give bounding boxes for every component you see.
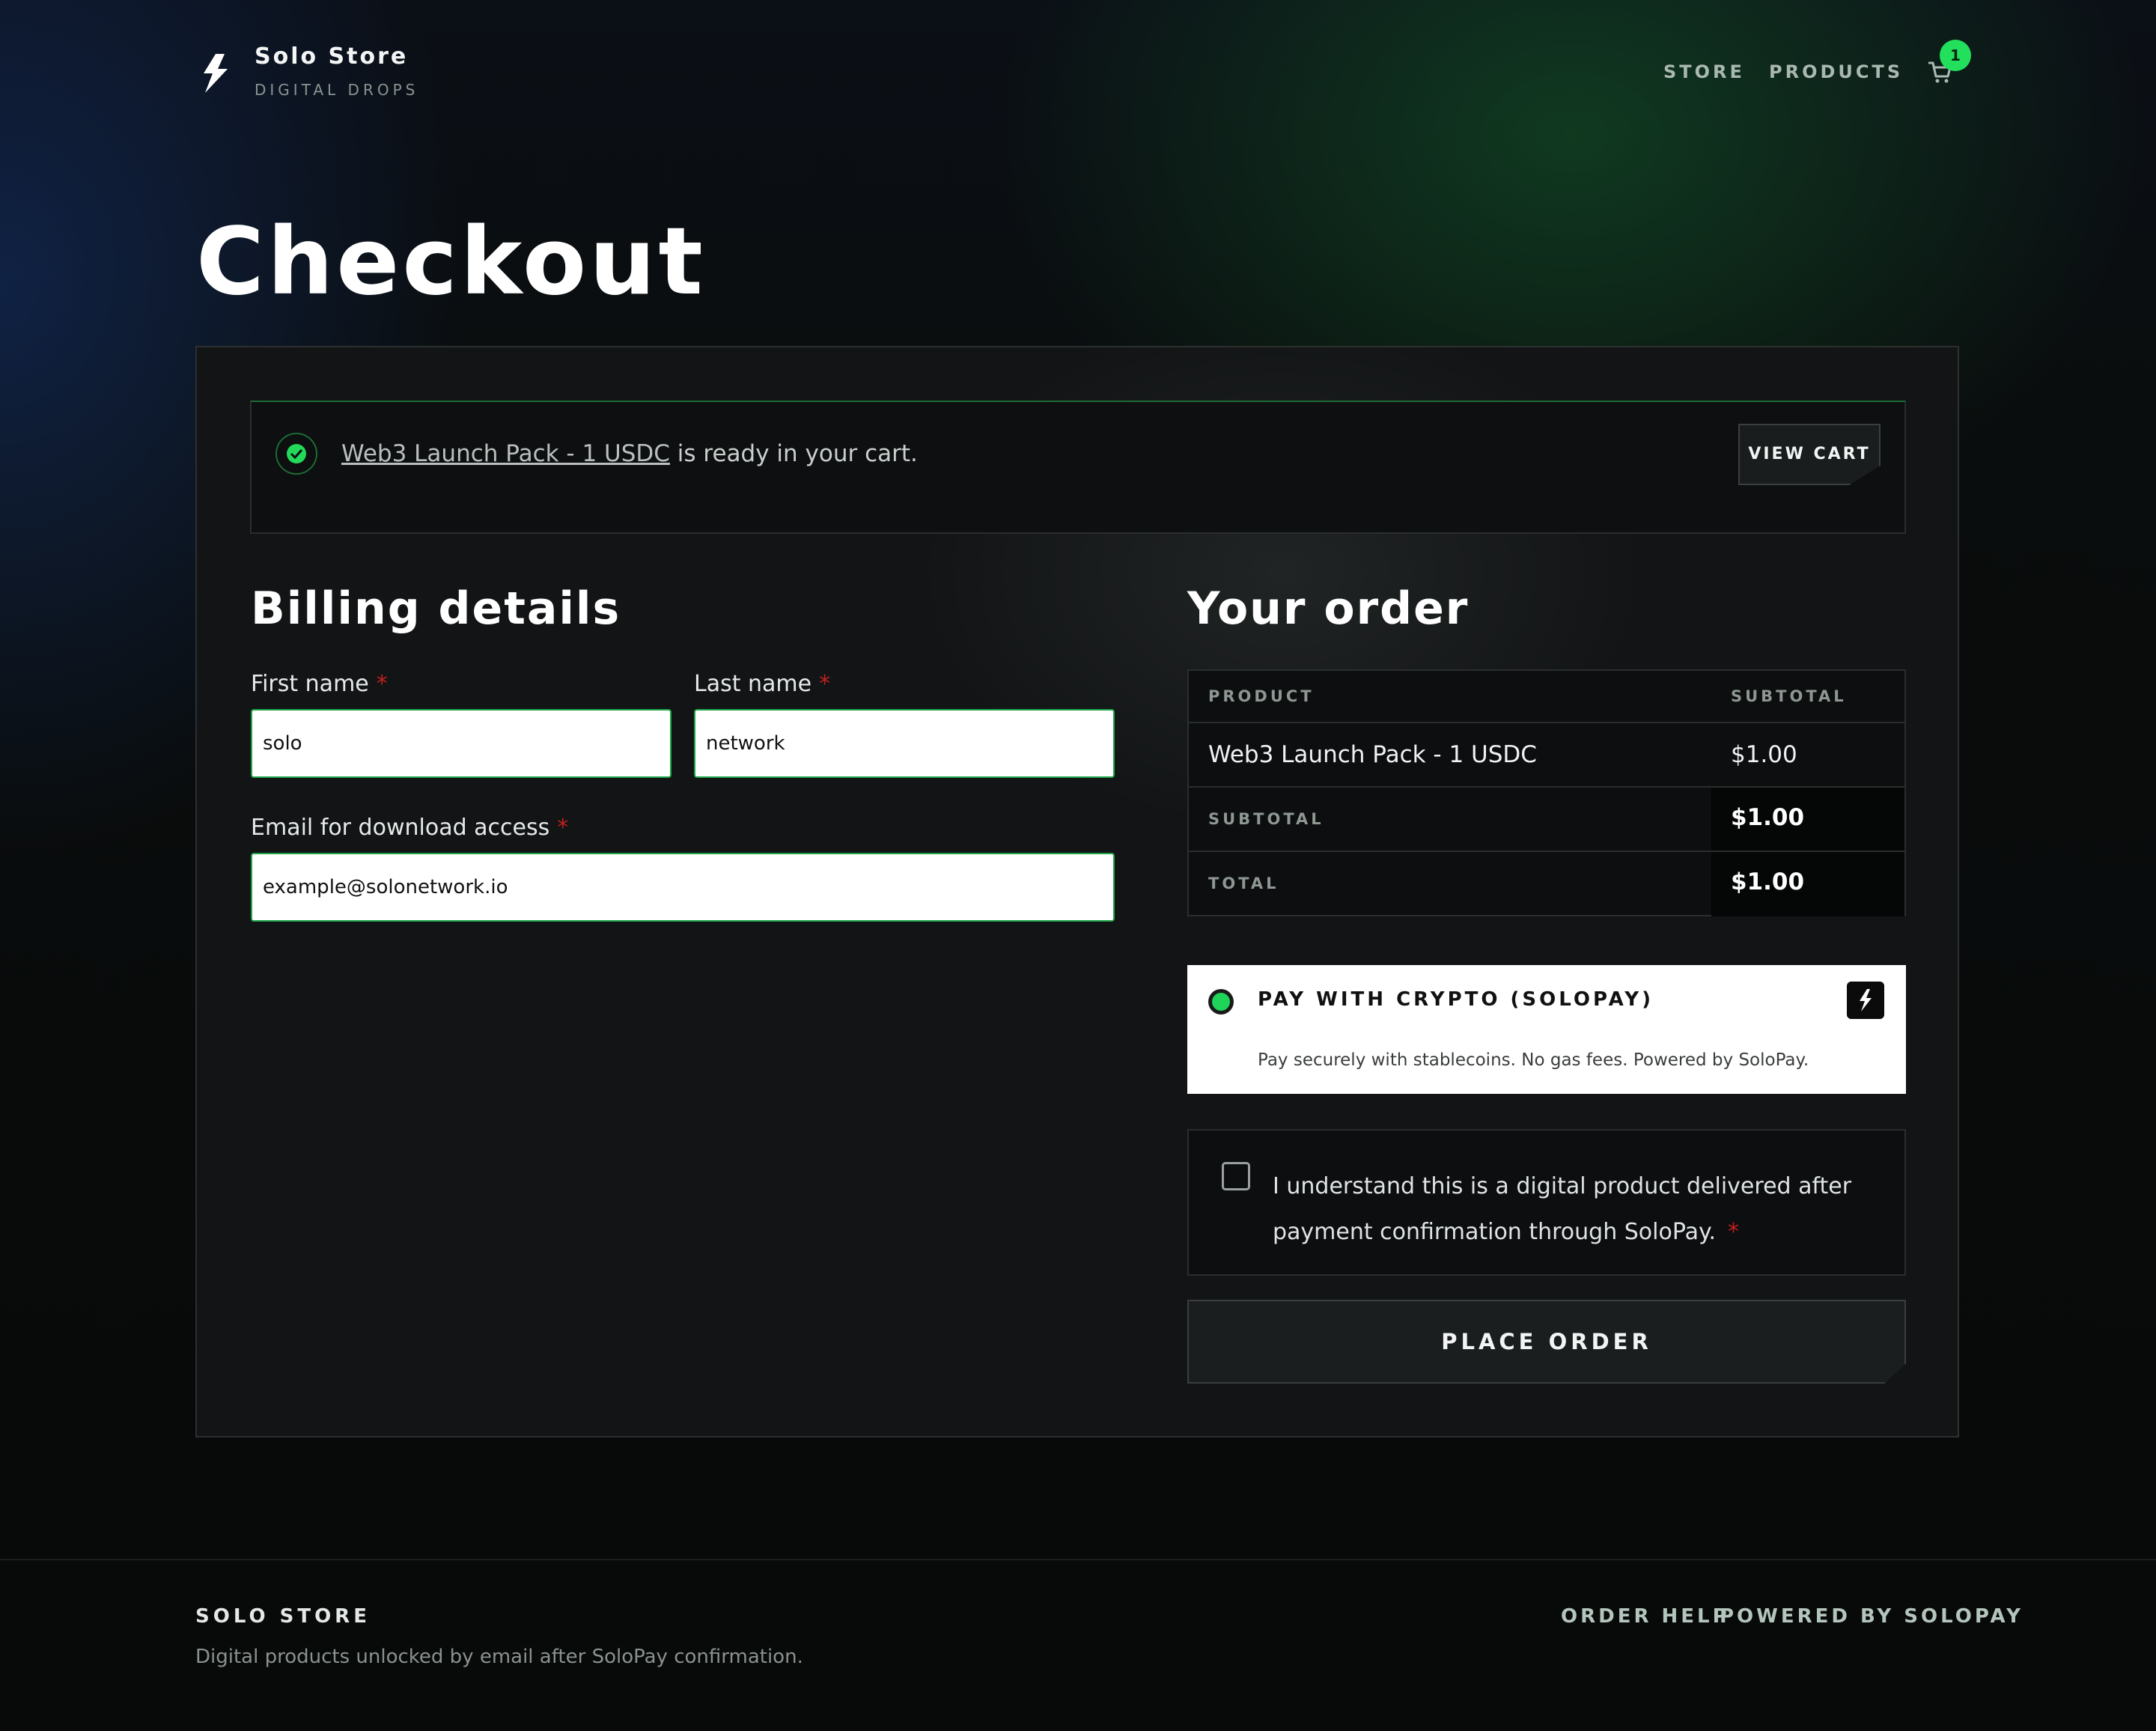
brand-tagline: DIGITAL DROPS bbox=[255, 81, 419, 99]
footer-divider bbox=[0, 1559, 2156, 1560]
agreement-checkbox[interactable] bbox=[1222, 1162, 1250, 1190]
last-name-label: Last name * bbox=[694, 671, 831, 697]
email-input[interactable] bbox=[251, 853, 1115, 922]
check-circle-icon bbox=[275, 433, 317, 475]
billing-title: Billing details bbox=[251, 582, 621, 635]
email-label: Email for download access * bbox=[251, 815, 569, 841]
item-name: Web3 Launch Pack - 1 USDC bbox=[1208, 741, 1537, 768]
payment-method-box[interactable] bbox=[1187, 965, 1906, 1094]
brand-name[interactable]: Solo Store bbox=[255, 43, 408, 70]
first-name-input[interactable] bbox=[251, 709, 672, 778]
footer-order-help-link[interactable]: ORDER HELP bbox=[1561, 1605, 1730, 1628]
required-marker: * bbox=[376, 671, 388, 697]
order-title: Your order bbox=[1187, 582, 1470, 635]
subtotal-value: $1.00 bbox=[1731, 804, 1805, 831]
col-product-header: PRODUCT bbox=[1208, 687, 1315, 705]
payment-radio[interactable] bbox=[1208, 989, 1234, 1014]
total-label: TOTAL bbox=[1208, 874, 1279, 892]
col-subtotal-header: SUBTOTAL bbox=[1731, 687, 1847, 705]
cart-count-badge[interactable]: 1 bbox=[1940, 40, 1971, 71]
cart-notice-text: Web3 Launch Pack - 1 USDC is ready in yo… bbox=[341, 440, 918, 467]
table-row: Web3 Launch Pack - 1 USDC $1.00 bbox=[1189, 723, 1904, 788]
total-row: TOTAL $1.00 bbox=[1189, 852, 1904, 916]
solopay-logo-icon bbox=[1847, 982, 1884, 1019]
lightning-logo-icon[interactable] bbox=[199, 54, 232, 93]
nav-products-link[interactable]: PRODUCTS bbox=[1769, 61, 1903, 82]
subtotal-row: SUBTOTAL $1.00 bbox=[1189, 788, 1904, 852]
agreement-label: I understand this is a digital product d… bbox=[1273, 1173, 1852, 1245]
first-name-label: First name * bbox=[251, 671, 388, 697]
footer-brand: SOLO STORE bbox=[195, 1605, 371, 1628]
subtotal-label: SUBTOTAL bbox=[1208, 810, 1324, 828]
table-header-row: PRODUCT SUBTOTAL bbox=[1189, 671, 1904, 723]
footer-powered-by-link[interactable]: POWERED BY SOLOPAY bbox=[1720, 1605, 2023, 1628]
page-title: Checkout bbox=[196, 208, 706, 316]
cart-notice bbox=[250, 401, 1906, 534]
last-name-input[interactable] bbox=[694, 709, 1115, 778]
order-table: PRODUCT SUBTOTAL Web3 Launch Pack - 1 US… bbox=[1187, 669, 1906, 916]
required-marker: * bbox=[819, 671, 831, 697]
page: Solo Store DIGITAL DROPS STORE PRODUCTS … bbox=[0, 0, 2156, 1731]
required-marker: * bbox=[1728, 1219, 1739, 1245]
notice-product-link[interactable]: Web3 Launch Pack - 1 USDC bbox=[341, 440, 670, 467]
item-price: $1.00 bbox=[1731, 741, 1797, 768]
place-order-button[interactable]: PLACE ORDER bbox=[1187, 1300, 1906, 1384]
view-cart-button[interactable]: VIEW CART bbox=[1738, 424, 1881, 485]
footer-description: Digital products unlocked by email after… bbox=[195, 1646, 803, 1668]
required-marker: * bbox=[557, 815, 569, 841]
payment-method-title[interactable]: PAY WITH CRYPTO (SOLOPAY) bbox=[1258, 988, 1654, 1011]
notice-message: is ready in your cart. bbox=[669, 440, 918, 467]
nav-store-link[interactable]: STORE bbox=[1663, 61, 1745, 82]
payment-description: Pay securely with stablecoins. No gas fe… bbox=[1258, 1050, 1809, 1070]
total-value: $1.00 bbox=[1731, 868, 1805, 895]
